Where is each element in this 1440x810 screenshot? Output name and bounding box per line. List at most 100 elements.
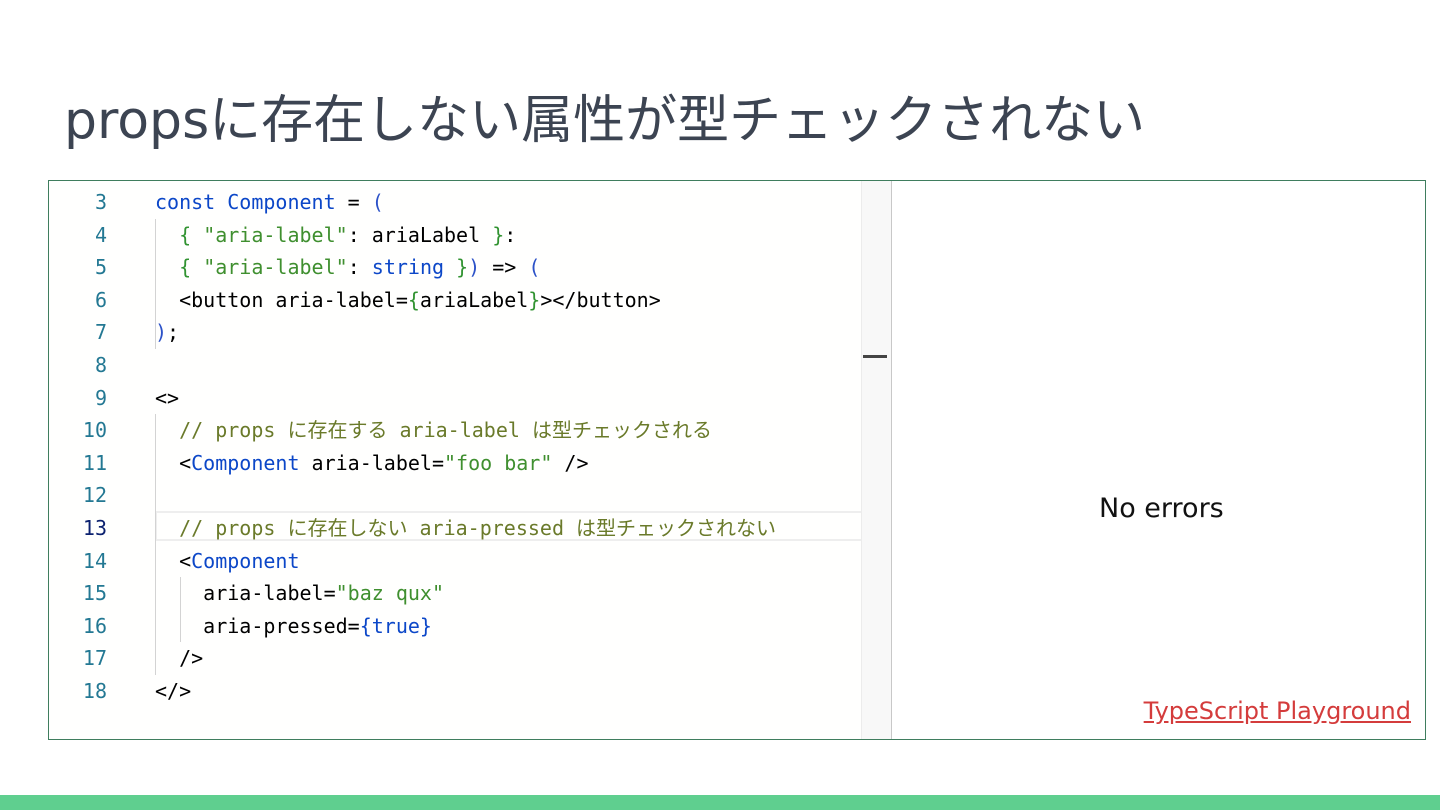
code-line[interactable]: 5 { "aria-label": string }) => (: [49, 251, 861, 283]
code-line[interactable]: 17 />: [49, 642, 861, 674]
line-number: 6: [94, 287, 107, 312]
code-token: =>: [480, 255, 529, 280]
code-line[interactable]: 4 { "aria-label": ariaLabel }:: [49, 219, 861, 251]
editor-overview-ruler[interactable]: [861, 181, 892, 739]
line-number: 17: [82, 646, 107, 671]
code-text: { "aria-label": string }) => (: [155, 251, 540, 283]
code-text: <button aria-label={ariaLabel}></button>: [155, 284, 661, 316]
code-line[interactable]: 9 <>: [49, 382, 861, 414]
code-token: "aria-label": [203, 255, 348, 280]
slide-title: propsに存在しない属性が型チェックされない: [64, 91, 1146, 151]
code-text: aria-pressed={true}: [155, 610, 432, 642]
line-number: 18: [82, 679, 107, 703]
code-token: </>: [155, 679, 192, 703]
line-number: 7: [94, 320, 107, 345]
line-number: 3: [94, 190, 107, 214]
code-text: const Component = (: [155, 186, 384, 218]
code-text: // props に存在する aria-label は型チェックされる: [155, 414, 712, 446]
code-line[interactable]: 12: [49, 479, 861, 511]
code-text: </>: [155, 675, 191, 707]
code-line[interactable]: 11 <Component aria-label="foo bar" />: [49, 447, 861, 479]
code-text: // props に存在しない aria-pressed は型チェックされない: [155, 512, 776, 544]
code-token: Component: [227, 190, 336, 214]
code-token: (: [528, 255, 541, 280]
code-token: {true}: [359, 613, 432, 638]
indent-guide: [155, 414, 156, 675]
code-token: />: [552, 450, 589, 475]
code-text: <Component: [155, 545, 300, 577]
code-token: ): [468, 255, 481, 280]
line-number: 16: [82, 613, 107, 638]
code-token: ariaLabel: [419, 287, 529, 312]
code-token: ): [155, 320, 168, 345]
line-number: 9: [94, 385, 107, 410]
code-token: : ariaLabel: [347, 222, 493, 247]
code-line[interactable]: 7);: [49, 316, 861, 348]
errors-status: No errors: [1099, 493, 1224, 524]
code-token: {: [179, 222, 204, 247]
code-token: aria-pressed=: [155, 613, 360, 638]
code-token: // props に存在する aria-label は型チェックされる: [155, 418, 712, 443]
code-line[interactable]: 18 </>: [49, 675, 861, 707]
code-token: "aria-label": [203, 222, 348, 247]
panel-divider[interactable]: [891, 181, 892, 739]
code-token: <: [155, 548, 192, 573]
code-token: <button aria-label=: [155, 287, 408, 312]
line-number: 12: [82, 483, 107, 508]
code-token: }: [528, 287, 541, 312]
indent-guide: [180, 577, 181, 643]
code-line[interactable]: 14 <Component: [49, 545, 861, 577]
code-token: {: [179, 255, 204, 280]
scrollbar-thumb[interactable]: [863, 355, 887, 358]
code-line[interactable]: 10 // props に存在する aria-label は型チェックされる: [49, 414, 861, 446]
line-number: 11: [82, 450, 107, 475]
code-editor[interactable]: 3 const Component = (4 { "aria-label": ar…: [49, 181, 885, 739]
code-line[interactable]: 15 aria-label="baz qux": [49, 577, 861, 609]
code-token: "foo bar": [444, 450, 553, 475]
line-number: 13: [82, 516, 107, 540]
code-token: ;: [167, 320, 180, 345]
code-token: Component: [191, 548, 300, 573]
code-token: ></button>: [540, 287, 661, 312]
line-number: 10: [82, 418, 107, 443]
line-number: 4: [94, 222, 107, 247]
code-line[interactable]: 6 <button aria-label={ariaLabel}></butto…: [49, 284, 861, 316]
code-token: const: [155, 190, 228, 214]
indent-guide: [155, 218, 156, 349]
code-token: Component: [191, 450, 300, 475]
code-token: }: [492, 222, 505, 247]
code-token: =: [335, 190, 372, 214]
typescript-playground-link[interactable]: TypeScript Playground: [1144, 697, 1411, 725]
code-token: :: [347, 255, 372, 280]
code-text: aria-label="baz qux": [155, 577, 444, 609]
line-number: 14: [82, 548, 107, 573]
code-token: <: [155, 450, 192, 475]
code-text: <Component aria-label="foo bar" />: [155, 447, 589, 479]
code-text: { "aria-label": ariaLabel }:: [155, 219, 516, 251]
line-number: 8: [94, 353, 107, 377]
code-line[interactable]: 3 const Component = (: [49, 186, 861, 218]
code-text: );: [155, 316, 179, 348]
code-token: string: [371, 255, 445, 280]
code-line[interactable]: 16 aria-pressed={true}: [49, 610, 861, 642]
code-token: :: [504, 222, 517, 247]
code-text: />: [155, 642, 203, 674]
code-line[interactable]: 8: [49, 349, 861, 381]
code-line[interactable]: 13 // props に存在しない aria-pressed は型チェックされ…: [49, 512, 861, 544]
footer-accent-bar: [0, 795, 1440, 810]
code-token: {: [407, 287, 420, 312]
code-token: />: [155, 646, 204, 671]
code-token: aria-label=: [155, 581, 336, 606]
code-token: (: [371, 190, 384, 214]
code-token: }: [444, 255, 469, 280]
playground-frame: 3 const Component = (4 { "aria-label": ar…: [48, 180, 1426, 740]
line-number: 5: [94, 255, 107, 280]
line-number: 15: [82, 581, 107, 606]
code-text: <>: [155, 382, 179, 414]
code-token: // props に存在しない aria-pressed は型チェックされない: [155, 516, 777, 540]
code-token: <>: [155, 385, 180, 410]
code-token: aria-label=: [299, 450, 444, 475]
code-token: "baz qux": [335, 581, 444, 606]
